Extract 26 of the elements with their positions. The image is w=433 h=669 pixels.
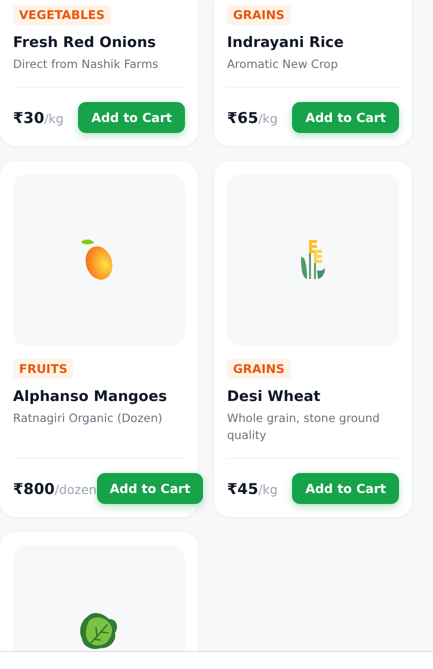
product-name: Desi Wheat: [227, 389, 322, 405]
price: ₹45: [227, 480, 258, 498]
price-unit: /kg: [258, 482, 278, 496]
add-to-cart-button[interactable]: Add to Cart: [78, 102, 185, 133]
leafy-greens-icon: [79, 611, 119, 651]
product-name: Alphanso Mangoes: [13, 389, 168, 405]
category-badge: VEGETABLES: [13, 5, 111, 25]
wheat-icon: [300, 240, 326, 280]
price: ₹800: [13, 480, 55, 498]
category-badge: GRAINS: [227, 5, 291, 25]
add-to-cart-button[interactable]: Add to Cart: [292, 473, 399, 504]
product-name: Indrayani Rice: [227, 35, 345, 51]
price: ₹30: [13, 108, 44, 126]
price-unit: /kg: [44, 110, 64, 126]
product-description: Ratnagiri Organic (Dozen): [13, 410, 164, 427]
category-badge: FRUITS: [13, 359, 74, 379]
product-description: Direct from Nashik Farms: [13, 56, 160, 73]
price: ₹65: [227, 108, 258, 126]
price-unit: /dozen: [54, 482, 97, 496]
product-description: Whole grain, stone ground quality: [227, 410, 381, 444]
price-unit: /kg: [258, 110, 278, 126]
add-to-cart-button[interactable]: Add to Cart: [292, 102, 399, 133]
add-to-cart-button[interactable]: Add to Cart: [96, 473, 204, 504]
category-badge: GRAINS: [227, 359, 291, 379]
product-name: Fresh Red Onions: [13, 35, 157, 51]
product-description: Aromatic New Crop: [227, 56, 339, 73]
